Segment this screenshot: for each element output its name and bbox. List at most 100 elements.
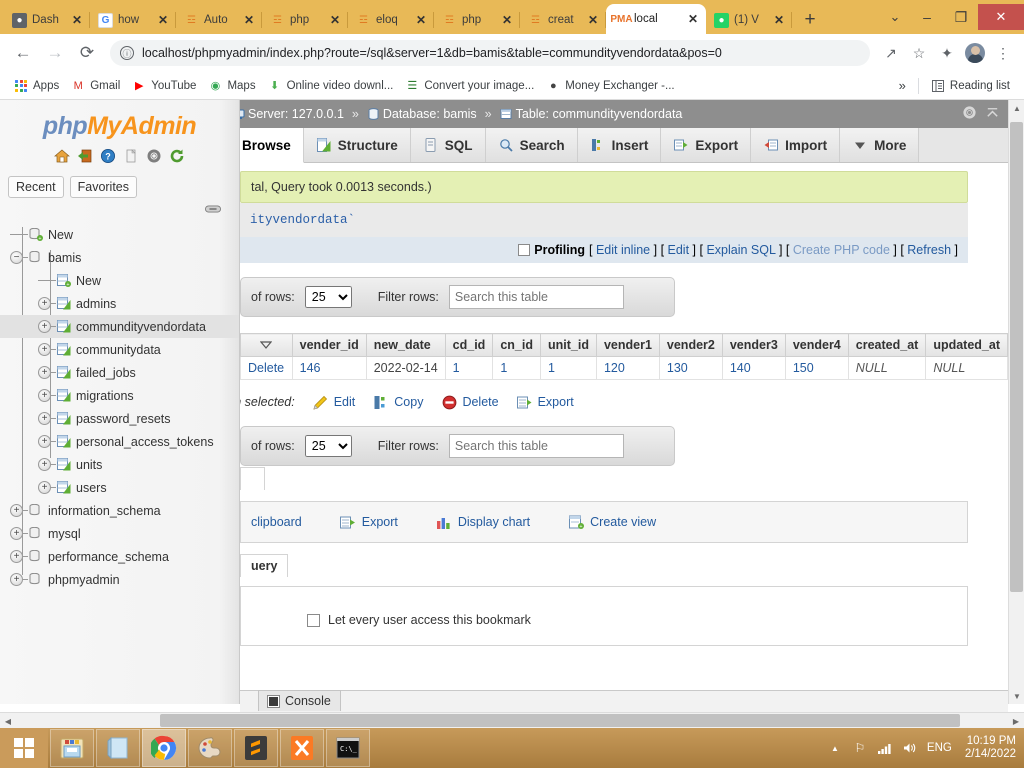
volume-icon[interactable] [902,740,918,756]
tree-expand-toggle[interactable]: + [38,297,51,310]
browser-tab-close-button[interactable]: ✕ [244,14,256,26]
panel-action-clipboard[interactable]: clipboard [251,515,302,529]
panel-action-create-view[interactable]: + Create view [568,514,656,530]
column-header-cn_id[interactable]: cn_id [492,333,541,357]
bookmark-star-icon[interactable]: ☆ [906,40,932,66]
scroll-left-arrow[interactable]: ◀ [0,713,16,728]
query-link-explain-sql[interactable]: Explain SQL [706,243,775,257]
panel-action-display-chart[interactable]: Display chart [436,514,530,530]
with-selected-export[interactable]: Export [517,394,574,410]
site-info-icon[interactable]: ⓘ [120,46,134,60]
browser-tab-2[interactable]: Ghow ✕ [90,6,176,34]
tab-search-button[interactable]: ⌄ [880,2,910,32]
chrome-menu-icon[interactable]: ⋮ [990,40,1016,66]
show-hidden-icons-button[interactable]: ▲ [827,740,843,756]
with-selected-delete[interactable]: Delete [441,394,499,410]
sidebar-tree-item-mysql[interactable]: + mysql [0,522,239,545]
bookmark-query-tab[interactable]: uery [240,554,289,577]
sidebar-tree-item-bamis[interactable]: − bamis [0,246,239,269]
query-link-refresh[interactable]: Refresh [907,243,951,257]
logout-icon[interactable] [77,147,94,164]
breadcrumb-table[interactable]: Table: commundityvendordata [500,107,682,121]
browser-tab-5[interactable]: ☲ eloq ✕ [348,6,434,34]
scroll-down-arrow[interactable]: ▼ [1009,688,1024,704]
column-header-vender2[interactable]: vender2 [658,333,723,357]
tree-expand-toggle[interactable]: + [38,412,51,425]
profiling-checkbox-wrap[interactable]: Profiling [518,243,585,257]
settings-icon[interactable] [146,147,163,164]
with-selected-edit[interactable]: Edit [313,394,355,410]
browser-tab-close-button[interactable]: ✕ [72,14,84,26]
column-header-vender3[interactable]: vender3 [721,333,786,357]
bookmark-apps[interactable]: Apps [8,77,65,95]
favorites-button[interactable]: Favorites [69,176,138,198]
flag-icon[interactable]: ⚐ [852,740,868,756]
horizontal-scroll-thumb[interactable] [160,714,960,727]
column-header-vender1[interactable]: vender1 [595,333,660,357]
window-close-button[interactable]: ✕ [978,4,1024,30]
tree-expand-toggle[interactable]: + [10,550,23,563]
tab-structure[interactable]: Structure [303,128,411,162]
sidebar-tree-item-performance_schema[interactable]: + performance_schema [0,545,239,568]
sidebar-tree-item-information_schema[interactable]: + information_schema [0,499,239,522]
tree-expand-toggle[interactable]: + [10,504,23,517]
sidebar-tree-item-admins[interactable]: + admins [0,292,239,315]
back-button[interactable]: ← [8,38,38,68]
sidebar-tree-item-personal_access_tokens[interactable]: + personal_access_tokens [0,430,239,453]
tab-search[interactable]: Search [485,128,578,162]
query-link-edit-inline[interactable]: Edit inline [596,243,650,257]
bookmark-online-video-downl[interactable]: ⬇ Online video downl... [262,77,400,95]
browser-tab-7[interactable]: ☲ creat ✕ [520,6,606,34]
xampp-icon[interactable] [280,729,324,767]
new-tab-button[interactable]: + [796,6,824,34]
with-selected-copy[interactable]: Copy [373,394,423,410]
window-minimize-button[interactable]: – [910,4,944,30]
bookmark-money-exchanger[interactable]: ● Money Exchanger -... [540,77,680,95]
tab-export[interactable]: Export [661,128,752,162]
paint-icon[interactable] [188,729,232,767]
sidebar-tree-item-phpmyadmin[interactable]: + phpmyadmin [0,568,239,591]
tab-browse[interactable]: Browse [240,128,304,163]
browser-tab-3[interactable]: ☲ Auto ✕ [176,6,262,34]
profile-avatar[interactable] [962,40,988,66]
notepad-icon[interactable] [96,729,140,767]
browser-tab-close-button[interactable]: ✕ [158,14,170,26]
query-link-create-php-code[interactable]: Create PHP code [793,243,890,257]
column-header-new_date[interactable]: new_date [365,333,446,357]
page-vertical-scrollbar[interactable]: ▲ ▼ [1008,100,1024,704]
sidebar-tree-item-password_resets[interactable]: + password_resets [0,407,239,430]
browser-tab-8[interactable]: PMA local ✕ [606,4,706,34]
reading-list-button[interactable]: Reading list [925,77,1016,95]
query-results-operations-tab[interactable] [240,467,266,490]
scroll-right-arrow[interactable]: ▶ [1008,713,1024,728]
window-restore-button[interactable]: ❐ [944,4,978,30]
sublime-icon[interactable] [234,729,278,767]
browser-tab-9[interactable]: ● (1) V ✕ [706,6,792,34]
browser-tab-close-button[interactable]: ✕ [588,14,600,26]
extensions-icon[interactable]: ✦ [934,40,960,66]
breadcrumb-database[interactable]: Database: bamis [367,107,477,121]
scroll-up-arrow[interactable]: ▲ [1009,100,1024,116]
sidebar-tree-item-new[interactable]: + New [0,223,239,246]
browser-tab-close-button[interactable]: ✕ [330,14,342,26]
browser-tab-close-button[interactable]: ✕ [688,13,700,25]
link-chain-icon[interactable] [0,198,239,217]
rows-per-page-select-bottom[interactable]: 2550100250500 [304,435,352,457]
tab-insert[interactable]: Insert [577,128,662,162]
sidebar-tree-item-communitydata[interactable]: + communitydata [0,338,239,361]
browser-tab-close-button[interactable]: ✕ [502,14,514,26]
tree-expand-toggle[interactable]: + [10,573,23,586]
windows-start-icon[interactable] [0,728,48,768]
phpmyadmin-logo[interactable]: phpMyAdmin [0,100,239,141]
rows-per-page-select-top[interactable]: 2550100250500 [304,286,352,308]
tab-more[interactable]: More [840,128,920,162]
address-bar[interactable]: ⓘ localhost/phpmyadmin/index.php?route=/… [110,40,870,66]
bookmark-access-checkbox[interactable] [307,613,320,627]
page-horizontal-scrollbar[interactable]: ◀ ▶ [0,712,1024,728]
column-header-vender_id[interactable]: vender_id [291,333,367,357]
tree-expand-toggle[interactable]: + [38,389,51,402]
tab-sql[interactable]: SQL [410,128,486,162]
profiling-checkbox[interactable] [518,244,531,256]
panel-action-export[interactable]: Export [340,514,398,530]
network-icon[interactable] [877,740,893,756]
